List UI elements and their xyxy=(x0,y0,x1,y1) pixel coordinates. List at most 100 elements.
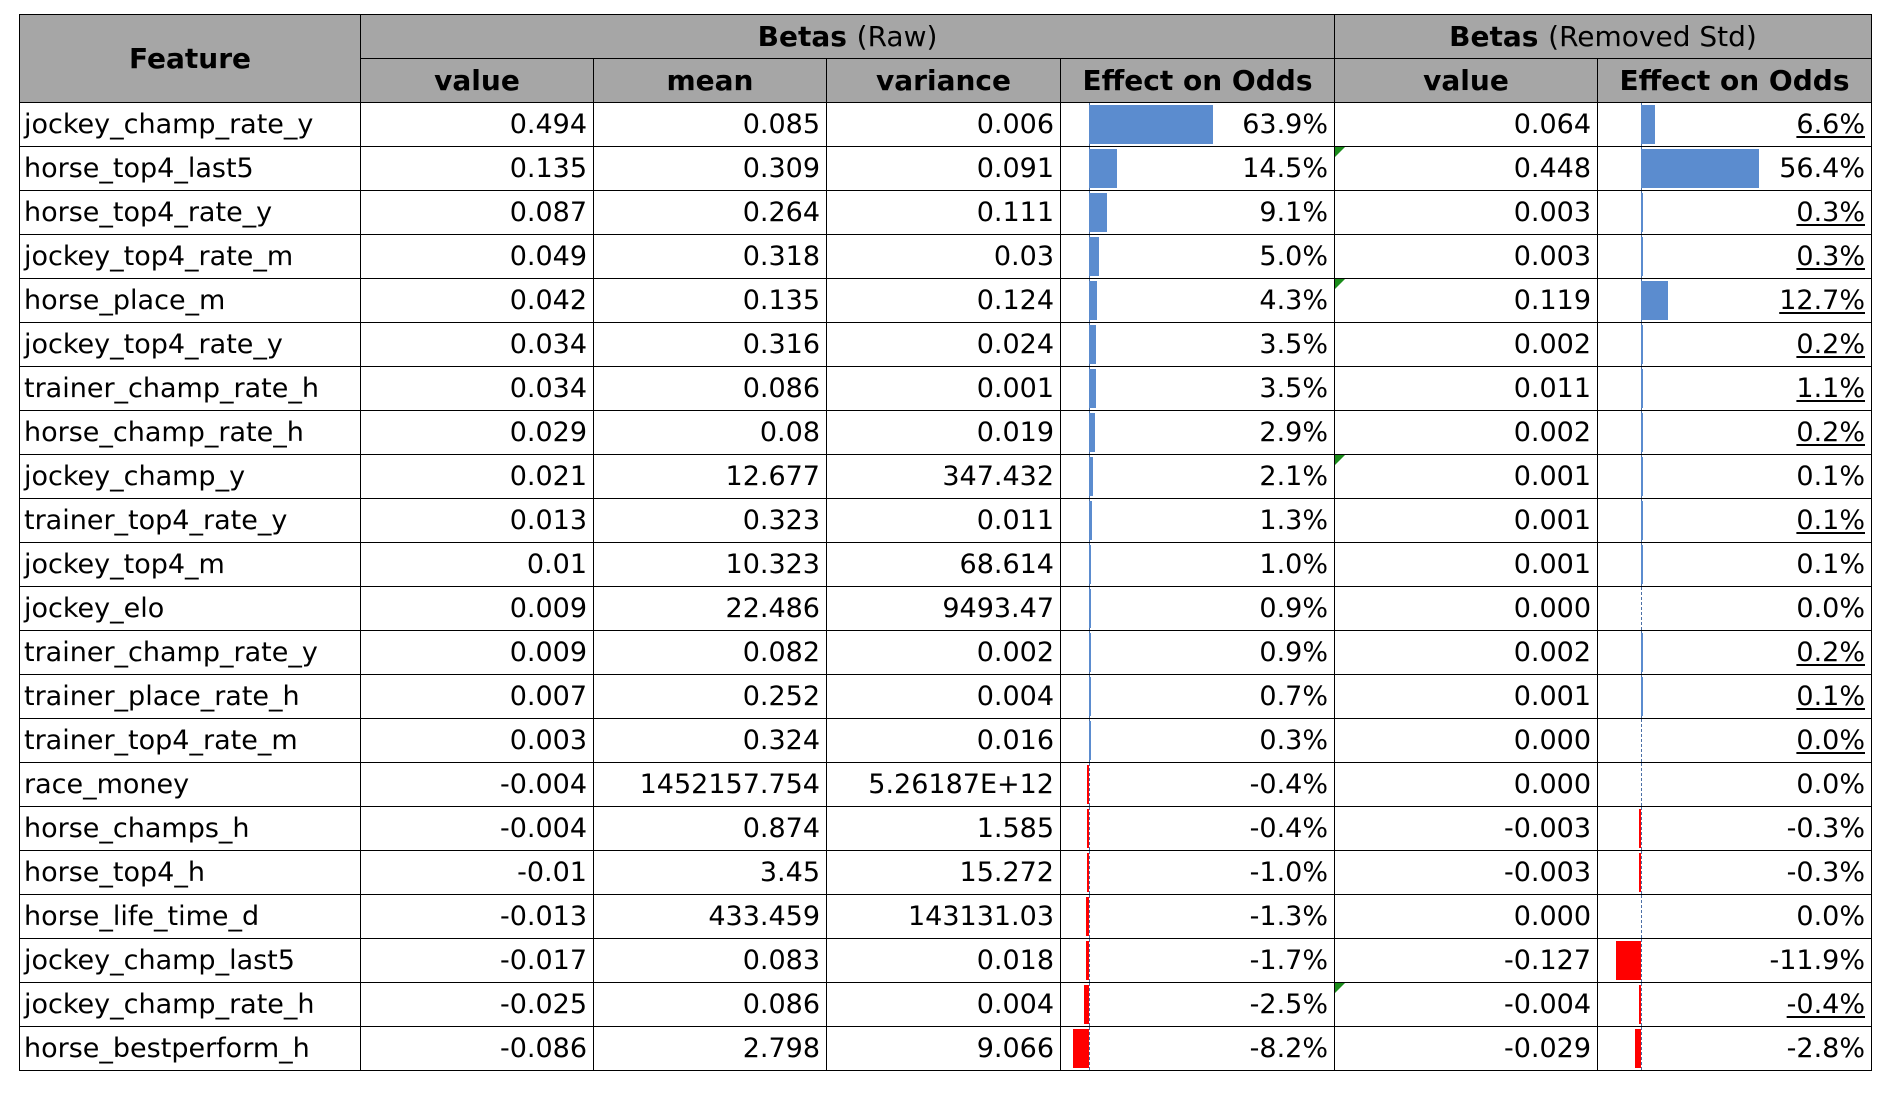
value-cell[interactable]: 0.007 xyxy=(360,674,594,719)
variance-cell[interactable]: 68.614 xyxy=(826,542,1061,587)
value-cell[interactable]: 0.135 xyxy=(360,146,594,191)
effect-std-cell[interactable]: 0.1% xyxy=(1597,674,1872,719)
effect-std-cell[interactable]: 0.3% xyxy=(1597,190,1872,235)
feature-cell[interactable]: horse_bestperform_h xyxy=(19,1026,361,1071)
feature-cell[interactable]: jockey_elo xyxy=(19,586,361,631)
feature-cell[interactable]: jockey_champ_y xyxy=(19,454,361,499)
variance-cell[interactable]: 0.091 xyxy=(826,146,1061,191)
effect-std-cell[interactable]: 0.2% xyxy=(1597,630,1872,675)
effect-std-cell[interactable]: 0.1% xyxy=(1597,454,1872,499)
mean-cell[interactable]: 0.324 xyxy=(593,718,827,763)
effect-std-cell[interactable]: -11.9% xyxy=(1597,938,1872,983)
variance-cell[interactable]: 0.111 xyxy=(826,190,1061,235)
effect-cell[interactable]: 0.9% xyxy=(1060,586,1335,631)
table-row[interactable]: horse_top4_rate_y 0.087 0.264 0.111 9.1% 0.00… xyxy=(19,190,1872,235)
value-std-cell[interactable]: 0.011 xyxy=(1334,366,1598,411)
value-std-cell[interactable]: 0.001 xyxy=(1334,674,1598,719)
value-std-cell[interactable]: 0.000 xyxy=(1334,586,1598,631)
mean-cell[interactable]: 0.082 xyxy=(593,630,827,675)
feature-cell[interactable]: trainer_top4_rate_y xyxy=(19,498,361,543)
variance-cell[interactable]: 0.006 xyxy=(826,102,1061,147)
effect-std-cell[interactable]: 0.0% xyxy=(1597,718,1872,763)
mean-cell[interactable]: 0.08 xyxy=(593,410,827,455)
variance-cell[interactable]: 1.585 xyxy=(826,806,1061,851)
table-row[interactable]: horse_place_m 0.042 0.135 0.124 4.3% 0.119 12.… xyxy=(19,278,1872,323)
mean-cell[interactable]: 433.459 xyxy=(593,894,827,939)
value-cell[interactable]: -0.01 xyxy=(360,850,594,895)
value-std-cell[interactable]: 0.064 xyxy=(1334,102,1598,147)
effect-cell[interactable]: -1.0% xyxy=(1060,850,1335,895)
mean-cell[interactable]: 0.264 xyxy=(593,190,827,235)
feature-cell[interactable]: race_money xyxy=(19,762,361,807)
mean-cell[interactable]: 0.083 xyxy=(593,938,827,983)
table-row[interactable]: jockey_top4_rate_m 0.049 0.318 0.03 5.0% 0.00… xyxy=(19,234,1872,279)
value-cell[interactable]: 0.034 xyxy=(360,322,594,367)
effect-cell[interactable]: -0.4% xyxy=(1060,762,1335,807)
effect-std-cell[interactable]: -2.8% xyxy=(1597,1026,1872,1071)
effect-cell[interactable]: 1.3% xyxy=(1060,498,1335,543)
effect-std-cell[interactable]: 0.0% xyxy=(1597,762,1872,807)
table-row[interactable]: race_money -0.004 1452157.754 5.26187E+12 -0… xyxy=(19,762,1872,807)
effect-std-cell[interactable]: 0.3% xyxy=(1597,234,1872,279)
mean-cell[interactable]: 0.309 xyxy=(593,146,827,191)
variance-cell[interactable]: 143131.03 xyxy=(826,894,1061,939)
table-row[interactable]: horse_life_time_d -0.013 433.459 143131.03 -… xyxy=(19,894,1872,939)
table-row[interactable]: horse_top4_h -0.01 3.45 15.272 -1.0% -0.003 -0… xyxy=(19,850,1872,895)
mean-cell[interactable]: 0.135 xyxy=(593,278,827,323)
mean-cell[interactable]: 0.318 xyxy=(593,234,827,279)
effect-std-cell[interactable]: 0.0% xyxy=(1597,586,1872,631)
mean-cell[interactable]: 2.798 xyxy=(593,1026,827,1071)
value-std-cell[interactable]: -0.004 xyxy=(1334,982,1598,1027)
effect-cell[interactable]: 3.5% xyxy=(1060,322,1335,367)
table-row[interactable]: jockey_champ_last5 -0.017 0.083 0.018 -1.7% -… xyxy=(19,938,1872,983)
effect-std-cell[interactable]: -0.3% xyxy=(1597,806,1872,851)
value-cell[interactable]: -0.013 xyxy=(360,894,594,939)
feature-cell[interactable]: horse_place_m xyxy=(19,278,361,323)
value-std-cell[interactable]: 0.000 xyxy=(1334,718,1598,763)
effect-cell[interactable]: 1.0% xyxy=(1060,542,1335,587)
value-std-cell[interactable]: 0.001 xyxy=(1334,498,1598,543)
table-row[interactable]: jockey_top4_rate_y 0.034 0.316 0.024 3.5% 0.0… xyxy=(19,322,1872,367)
value-std-cell[interactable]: 0.003 xyxy=(1334,234,1598,279)
value-std-cell[interactable]: 0.001 xyxy=(1334,542,1598,587)
variance-cell[interactable]: 0.124 xyxy=(826,278,1061,323)
feature-cell[interactable]: trainer_champ_rate_y xyxy=(19,630,361,675)
effect-cell[interactable]: 9.1% xyxy=(1060,190,1335,235)
feature-cell[interactable]: horse_top4_rate_y xyxy=(19,190,361,235)
effect-cell[interactable]: 3.5% xyxy=(1060,366,1335,411)
effect-std-cell[interactable]: 12.7% xyxy=(1597,278,1872,323)
variance-cell[interactable]: 9493.47 xyxy=(826,586,1061,631)
mean-cell[interactable]: 0.316 xyxy=(593,322,827,367)
value-cell[interactable]: 0.042 xyxy=(360,278,594,323)
value-std-cell[interactable]: -0.003 xyxy=(1334,806,1598,851)
effect-cell[interactable]: 4.3% xyxy=(1060,278,1335,323)
mean-cell[interactable]: 1452157.754 xyxy=(593,762,827,807)
effect-cell[interactable]: 0.7% xyxy=(1060,674,1335,719)
value-cell[interactable]: -0.025 xyxy=(360,982,594,1027)
feature-cell[interactable]: jockey_champ_rate_y xyxy=(19,102,361,147)
effect-cell[interactable]: -8.2% xyxy=(1060,1026,1335,1071)
variance-cell[interactable]: 0.004 xyxy=(826,674,1061,719)
mean-cell[interactable]: 12.677 xyxy=(593,454,827,499)
effect-std-cell[interactable]: 0.0% xyxy=(1597,894,1872,939)
table-row[interactable]: jockey_champ_rate_y 0.494 0.085 0.006 63.9% 0… xyxy=(19,102,1872,147)
value-cell[interactable]: 0.494 xyxy=(360,102,594,147)
effect-cell[interactable]: -1.7% xyxy=(1060,938,1335,983)
feature-cell[interactable]: trainer_top4_rate_m xyxy=(19,718,361,763)
table-row[interactable]: trainer_top4_rate_y 0.013 0.323 0.011 1.3% 0.… xyxy=(19,498,1872,543)
table-row[interactable]: trainer_champ_rate_h 0.034 0.086 0.001 3.5% 0… xyxy=(19,366,1872,411)
table-row[interactable]: jockey_champ_y 0.021 12.677 347.432 2.1% 0.00… xyxy=(19,454,1872,499)
mean-cell[interactable]: 0.086 xyxy=(593,366,827,411)
variance-cell[interactable]: 0.016 xyxy=(826,718,1061,763)
value-cell[interactable]: 0.013 xyxy=(360,498,594,543)
variance-cell[interactable]: 9.066 xyxy=(826,1026,1061,1071)
value-std-cell[interactable]: 0.448 xyxy=(1334,146,1598,191)
variance-cell[interactable]: 0.011 xyxy=(826,498,1061,543)
table-row[interactable]: horse_champs_h -0.004 0.874 1.585 -0.4% -0.00… xyxy=(19,806,1872,851)
effect-cell[interactable]: 14.5% xyxy=(1060,146,1335,191)
value-cell[interactable]: 0.049 xyxy=(360,234,594,279)
feature-cell[interactable]: jockey_top4_rate_y xyxy=(19,322,361,367)
table-row[interactable]: trainer_place_rate_h 0.007 0.252 0.004 0.7% 0… xyxy=(19,674,1872,719)
variance-cell[interactable]: 0.03 xyxy=(826,234,1061,279)
table-row[interactable]: horse_champ_rate_h 0.029 0.08 0.019 2.9% 0.00… xyxy=(19,410,1872,455)
